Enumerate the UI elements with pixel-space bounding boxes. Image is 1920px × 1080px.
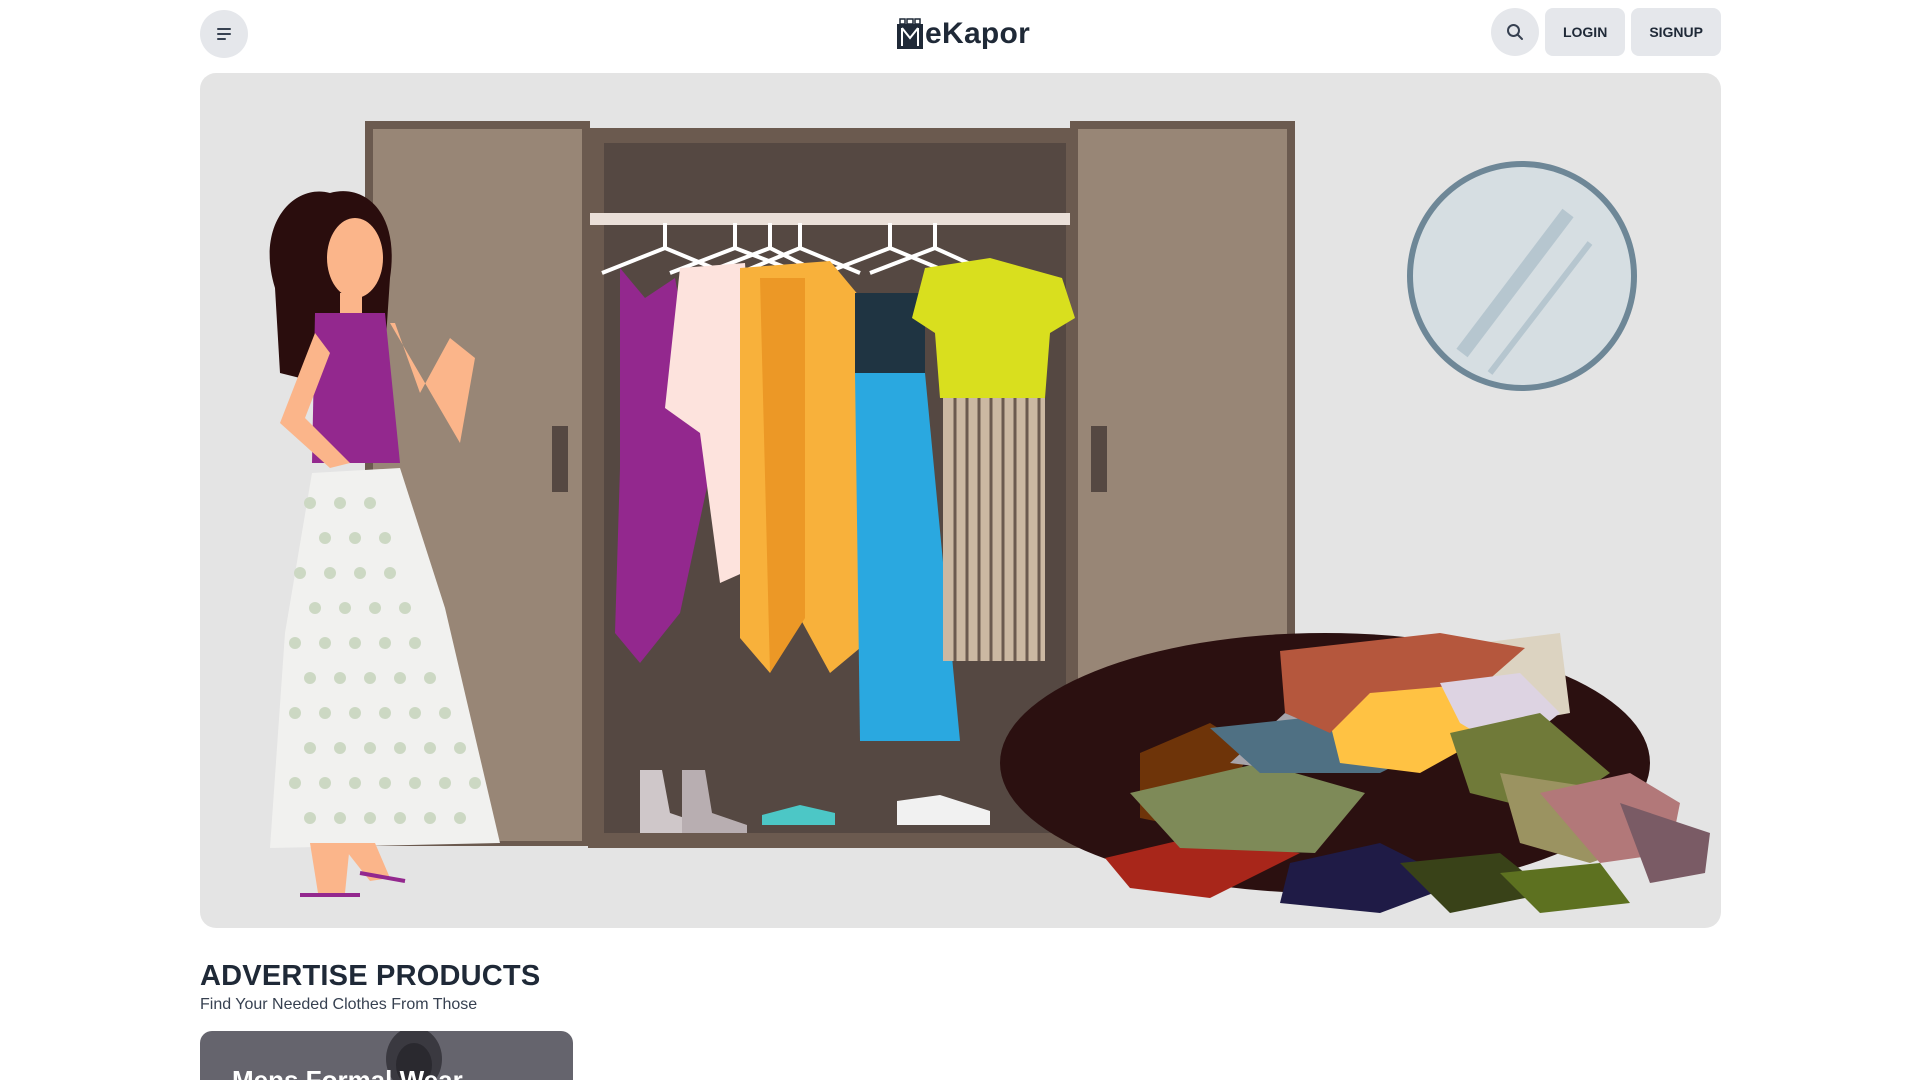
- header-actions: LOGIN SIGNUP: [1490, 8, 1721, 56]
- clothes-rail: [590, 213, 1074, 225]
- wardrobe-illustration: [269, 121, 1710, 913]
- product-card-title: Mens Formal Wear: [232, 1065, 463, 1080]
- right-door-handle: [1091, 426, 1107, 492]
- left-door-handle: [552, 426, 568, 492]
- search-button[interactable]: [1490, 8, 1539, 56]
- striped-skirt: [943, 398, 1045, 661]
- section-subtitle: Find Your Needed Clothes From Those: [200, 996, 478, 1013]
- search-icon: [1506, 24, 1523, 40]
- menu-button[interactable]: [200, 10, 248, 58]
- login-button[interactable]: LOGIN: [1544, 8, 1626, 56]
- shop-logo-icon: [897, 18, 923, 49]
- navy-top: [855, 293, 925, 373]
- brand-logo[interactable]: eKapor: [896, 14, 1030, 54]
- hero-banner: [200, 73, 1721, 928]
- product-card[interactable]: Mens Formal Wear: [200, 1031, 573, 1080]
- menu-icon: [217, 28, 231, 40]
- navbar: eKapor LOGIN SIGNUP: [200, 8, 1721, 58]
- brand-name: eKapor: [925, 17, 1031, 50]
- section-title: ADVERTISE PRODUCTS: [200, 960, 541, 992]
- advertise-products-section: ADVERTISE PRODUCTS Find Your Needed Clot…: [200, 960, 540, 1014]
- signup-button[interactable]: SIGNUP: [1631, 8, 1721, 56]
- clothes-pile: [1000, 633, 1710, 913]
